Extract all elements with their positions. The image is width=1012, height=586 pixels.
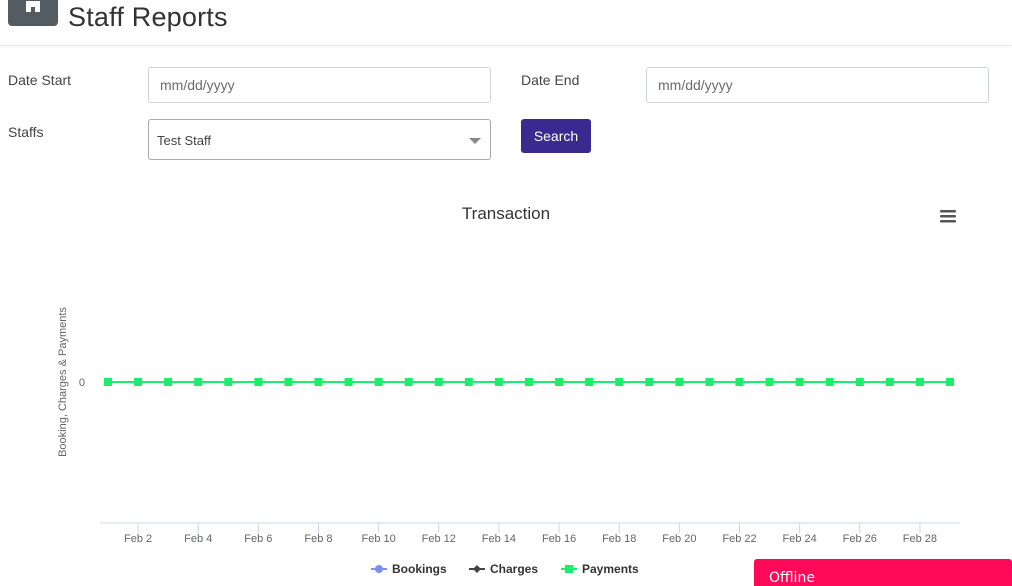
x-tick-label: Feb 14	[482, 533, 516, 545]
x-tick-label: Feb 16	[542, 533, 576, 545]
data-point-payments[interactable]	[735, 378, 744, 386]
x-tick-label: Feb 4	[184, 533, 212, 545]
data-point-payments[interactable]	[194, 378, 203, 386]
data-point-payments[interactable]	[915, 378, 924, 386]
x-tick-label: Feb 12	[422, 533, 456, 545]
data-point-payments[interactable]	[825, 378, 834, 386]
x-axis-ticks: Feb 2 Feb 4 Feb 6 Feb 8 Feb 10 Feb 12 Feb 14 Fe…	[124, 523, 937, 545]
legend-item-bookings[interactable]: Bookings	[371, 562, 447, 576]
data-point-payments[interactable]	[705, 378, 714, 386]
data-point-payments[interactable]	[254, 378, 263, 386]
x-tick-label: Feb 8	[304, 533, 332, 545]
y-axis-ticks: 0	[79, 377, 85, 389]
data-point-payments[interactable]	[765, 378, 774, 386]
page-title: Staff Reports	[68, 2, 228, 32]
legend-item-charges[interactable]: Charges	[469, 562, 538, 576]
date-end-label: Date End	[521, 72, 580, 88]
data-point-payments[interactable]	[555, 378, 564, 386]
staffs-selected-value: Test Staff	[157, 133, 211, 148]
date-end-input[interactable]	[646, 67, 989, 103]
data-point-payments[interactable]	[494, 378, 503, 386]
data-point-payments[interactable]	[795, 378, 804, 386]
x-tick-label: Feb 2	[124, 533, 152, 545]
dropdown-arrow-icon	[469, 138, 481, 144]
transaction-chart: Transaction Booking, Charges & Payments …	[0, 190, 1012, 586]
chart-svg: Transaction Booking, Charges & Payments …	[57, 204, 961, 576]
data-point-payments[interactable]	[344, 378, 353, 386]
x-tick-label: Feb 26	[843, 533, 877, 545]
x-tick-label: Feb 10	[362, 533, 396, 545]
staffs-label: Staffs	[8, 124, 44, 140]
series-group	[104, 378, 954, 386]
data-point-payments[interactable]	[314, 378, 323, 386]
data-point-payments[interactable]	[885, 378, 894, 386]
chart-legend: Bookings Charges Payments	[371, 562, 639, 576]
data-point-payments[interactable]	[224, 378, 233, 386]
x-tick-label: Feb 28	[903, 533, 937, 545]
data-point-payments[interactable]	[645, 378, 654, 386]
staffs-select[interactable]: Test Staff	[148, 119, 491, 160]
data-point-payments[interactable]	[585, 378, 594, 386]
legend-symbol	[375, 565, 383, 573]
legend-label: Bookings	[392, 562, 447, 576]
date-start-label: Date Start	[8, 72, 72, 88]
x-tick-label: Feb 18	[602, 533, 636, 545]
data-point-payments[interactable]	[855, 378, 864, 386]
data-point-payments[interactable]	[374, 378, 383, 386]
x-tick-label: Feb 22	[722, 533, 756, 545]
data-point-payments[interactable]	[134, 378, 143, 386]
y-axis-label: Booking, Charges & Payments	[57, 307, 69, 457]
legend-symbol	[565, 565, 573, 573]
home-icon	[26, 1, 40, 12]
home-button[interactable]	[8, 0, 58, 26]
y-tick-label: 0	[79, 377, 85, 389]
chat-widget[interactable]: Offline	[754, 559, 1012, 586]
data-point-payments[interactable]	[675, 378, 684, 386]
data-point-payments[interactable]	[284, 378, 293, 386]
chat-status: Offline	[769, 570, 815, 586]
page-header: Staff Reports	[0, 0, 1012, 46]
chart-menu-button[interactable]	[935, 204, 961, 228]
data-point-payments[interactable]	[464, 378, 473, 386]
legend-label: Payments	[582, 562, 639, 576]
x-tick-label: Feb 20	[662, 533, 696, 545]
date-start-input[interactable]	[148, 67, 491, 103]
legend-item-payments[interactable]: Payments	[561, 562, 639, 576]
data-point-payments[interactable]	[404, 378, 413, 386]
hamburger-menu-icon	[940, 210, 956, 223]
data-point-payments[interactable]	[946, 378, 954, 386]
x-tick-label: Feb 24	[783, 533, 817, 545]
x-tick-label: Feb 6	[244, 533, 272, 545]
search-button[interactable]: Search	[521, 119, 591, 153]
legend-symbol	[473, 565, 481, 573]
data-point-payments[interactable]	[525, 378, 533, 386]
data-point-payments[interactable]	[104, 378, 112, 386]
data-point-payments[interactable]	[615, 378, 624, 386]
data-point-payments[interactable]	[434, 378, 443, 386]
chart-title: Transaction	[462, 204, 550, 223]
legend-label: Charges	[490, 562, 538, 576]
data-point-payments[interactable]	[164, 378, 173, 386]
